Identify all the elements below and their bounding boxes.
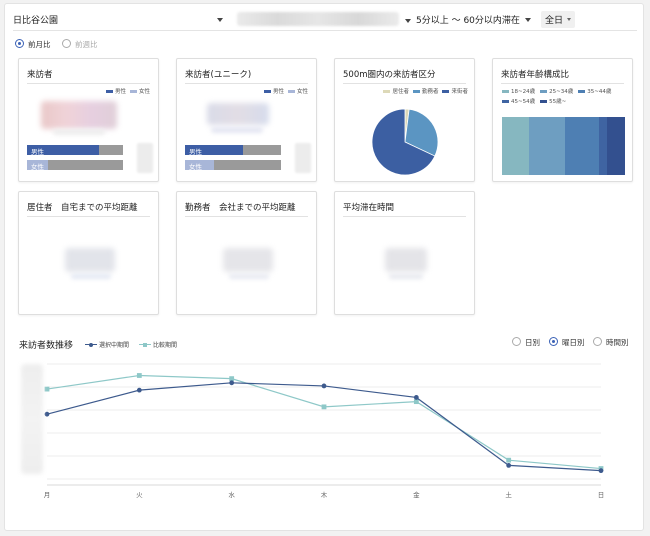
x-tick-label: 水 (228, 490, 235, 499)
series-point (506, 463, 512, 468)
dashboard-panel: 日比谷公園 5分以上 〜 60分以内滞在 全日 前月比 前週比 来訪者 男性 女… (4, 3, 644, 531)
x-tick-label: 日 (598, 491, 605, 499)
series-point (506, 457, 512, 463)
series-point (598, 468, 604, 474)
y-axis-labels-redacted (21, 364, 43, 474)
visitor-trend-chart: 月火水木金土日 (44, 363, 605, 499)
series-line-0 (46, 382, 602, 472)
series-point (413, 399, 419, 405)
x-tick-label: 土 (505, 490, 512, 499)
series-point (44, 411, 50, 417)
series-point (413, 395, 419, 400)
x-tick-label: 木 (321, 490, 328, 499)
series-point (136, 387, 142, 393)
series-point (321, 383, 327, 389)
x-tick-label: 月 (44, 491, 51, 499)
series-line-1 (46, 374, 602, 470)
x-tick-label: 金 (413, 490, 420, 499)
x-tick-label: 火 (136, 491, 143, 499)
series-point (136, 373, 142, 378)
series-point (229, 376, 235, 382)
series-point (321, 404, 327, 410)
series-point (229, 380, 235, 386)
series-point (44, 386, 50, 392)
